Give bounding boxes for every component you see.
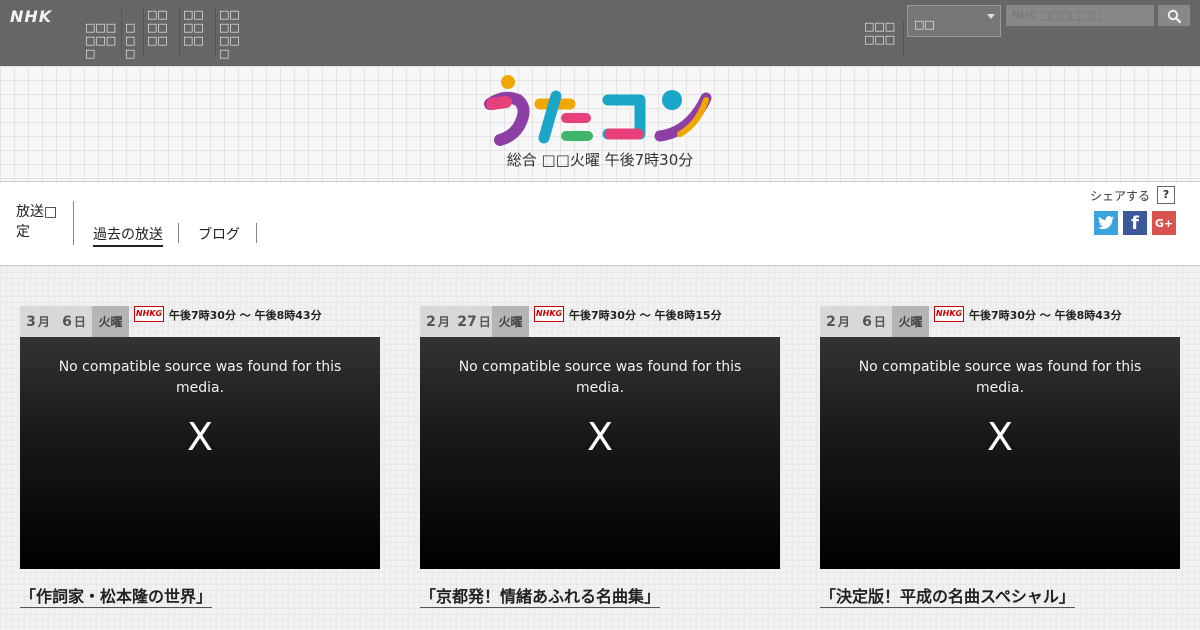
episode-date-bar: 2月 6日 火曜 NHKG 午後7時30分 〜 午後8時43分 xyxy=(820,306,1180,337)
episode-month: 3月 xyxy=(20,306,56,337)
googleplus-share-button[interactable]: G+ xyxy=(1152,211,1176,235)
search-button[interactable] xyxy=(1158,5,1190,26)
episode-title-link[interactable]: 「作詞家・松本隆の世界」 xyxy=(20,583,213,608)
close-icon[interactable]: X xyxy=(20,415,380,459)
video-error-message: No compatible source was found for this … xyxy=(458,359,742,396)
global-nav-item[interactable]: □□□□□□ xyxy=(144,8,180,58)
region-select[interactable]: □□ xyxy=(907,5,1001,37)
program-header: 総合 □□火曜 午後7時30分 xyxy=(0,66,1200,182)
episode-day: 27 日 xyxy=(456,306,492,337)
episode-title-link[interactable]: 「京都発！情緒あふれる名曲集」 xyxy=(420,583,661,608)
nhk-global-header: NHK □□□□□□□ □□□ □□□□□□ □□□□□□ □□□□□□□ □□… xyxy=(0,0,1200,66)
episode-card: 2月 6日 火曜 NHKG 午後7時30分 〜 午後8時43分 No compa… xyxy=(820,306,1180,608)
nhkg-channel-icon: NHKG xyxy=(934,306,964,322)
episode-date-bar: 2月 27 日 火曜 NHKG 午後7時30分 〜 午後8時15分 xyxy=(420,306,780,337)
episode-day: 6日 xyxy=(856,306,892,337)
nhkg-channel-icon: NHKG xyxy=(534,306,564,322)
search-icon xyxy=(1167,9,1181,23)
program-subnav: 放送□定 過去の放送 ブログ シェアする ? f G+ xyxy=(0,182,1200,266)
video-error-message: No compatible source was found for this … xyxy=(58,359,342,396)
video-error-message: No compatible source was found for this … xyxy=(858,359,1142,396)
close-icon[interactable]: X xyxy=(420,415,780,459)
episode-weekday: 火曜 xyxy=(892,306,929,337)
region-label: □□□□□□ xyxy=(864,20,904,58)
twitter-icon xyxy=(1098,216,1114,229)
tab-schedule[interactable]: 放送□定 xyxy=(16,202,62,242)
air-time: 総合 □□火曜 午後7時30分 xyxy=(506,151,694,169)
search-input[interactable] xyxy=(1006,5,1154,26)
region-select-value: □□ xyxy=(914,18,935,31)
program-logo[interactable] xyxy=(484,74,716,150)
video-player[interactable]: No compatible source was found for this … xyxy=(420,337,780,569)
divider xyxy=(73,201,74,245)
nhkg-channel-icon: NHKG xyxy=(134,306,164,322)
facebook-share-button[interactable]: f xyxy=(1123,211,1147,235)
global-nav-item[interactable]: □□□□□□ xyxy=(180,8,216,58)
twitter-share-button[interactable] xyxy=(1094,211,1118,235)
global-nav-item[interactable]: □□□□□□□ xyxy=(216,8,250,60)
divider xyxy=(178,223,179,243)
tab-past-broadcasts[interactable]: 過去の放送 xyxy=(93,224,163,247)
episode-month: 2月 xyxy=(420,306,456,337)
global-nav-item[interactable]: □□□ xyxy=(122,8,144,60)
past-broadcast-list: 3月 6日 火曜 NHKG 午後7時30分 〜 午後8時43分 No compa… xyxy=(0,266,1200,630)
episode-card: 3月 6日 火曜 NHKG 午後7時30分 〜 午後8時43分 No compa… xyxy=(20,306,380,608)
episode-weekday: 火曜 xyxy=(92,306,129,337)
episode-time: 午後7時30分 〜 午後8時15分 xyxy=(569,309,722,322)
episode-time: 午後7時30分 〜 午後8時43分 xyxy=(969,309,1122,322)
nhk-logo[interactable]: NHK xyxy=(10,7,52,26)
tab-blog[interactable]: ブログ xyxy=(198,224,240,244)
episode-day: 6日 xyxy=(56,306,92,337)
chevron-down-icon xyxy=(987,14,995,19)
episode-card: 2月 27 日 火曜 NHKG 午後7時30分 〜 午後8時15分 No comp… xyxy=(420,306,780,608)
episode-date-bar: 3月 6日 火曜 NHKG 午後7時30分 〜 午後8時43分 xyxy=(20,306,380,337)
video-player[interactable]: No compatible source was found for this … xyxy=(820,337,1180,569)
episode-time: 午後7時30分 〜 午後8時43分 xyxy=(169,309,322,322)
episode-month: 2月 xyxy=(820,306,856,337)
global-nav: □□□□□□□ □□□ □□□□□□ □□□□□□ □□□□□□□ xyxy=(82,8,250,60)
global-nav-item[interactable]: □□□□□□□ xyxy=(82,8,122,60)
share-help-button[interactable]: ? xyxy=(1157,186,1175,204)
close-icon[interactable]: X xyxy=(820,415,1180,459)
episode-title-link[interactable]: 「決定版！平成の名曲スペシャル」 xyxy=(820,583,1075,608)
video-player[interactable]: No compatible source was found for this … xyxy=(20,337,380,569)
episode-weekday: 火曜 xyxy=(492,306,529,337)
share-label: シェアする xyxy=(1090,189,1151,203)
divider xyxy=(256,223,257,243)
